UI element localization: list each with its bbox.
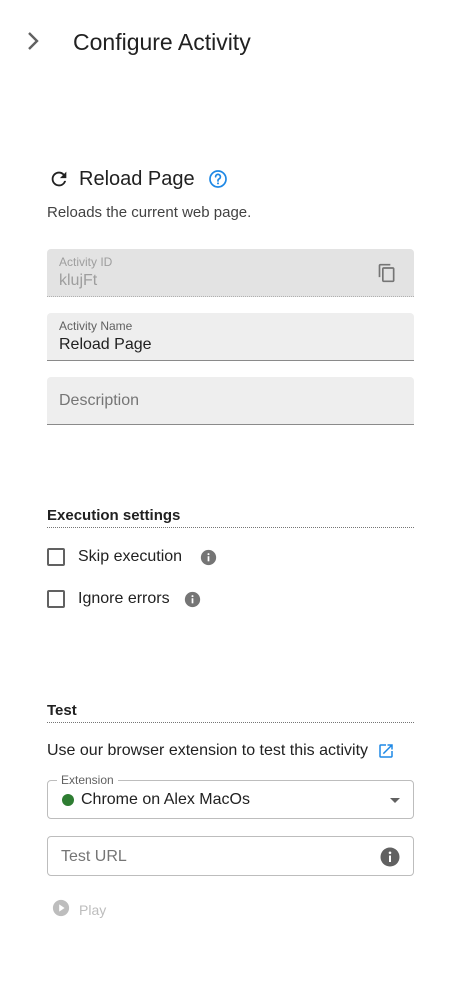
info-icon[interactable] — [379, 846, 400, 867]
help-circle-icon[interactable] — [208, 169, 228, 189]
activity-header: Reload Page — [47, 166, 228, 192]
play-button[interactable]: Play — [52, 899, 106, 921]
play-icon — [52, 899, 70, 922]
activity-name-value[interactable]: Reload Page — [59, 336, 152, 354]
execution-settings-heading: Execution settings — [47, 507, 414, 528]
extension-value: Chrome on Alex MacOs — [81, 791, 250, 808]
page-title: Configure Activity — [73, 29, 251, 55]
chevron-down-icon[interactable] — [390, 798, 400, 803]
ignore-errors-checkbox[interactable] — [47, 590, 65, 608]
activity-name-field[interactable]: Activity Name Reload Page — [47, 313, 414, 361]
info-icon[interactable] — [199, 548, 217, 566]
activity-description: Reloads the current web page. — [47, 204, 252, 221]
activity-id-field: Activity ID klujFt — [47, 249, 414, 297]
status-dot — [62, 794, 74, 806]
external-link-icon[interactable] — [376, 741, 396, 761]
chevron-right-icon — [28, 32, 39, 50]
test-url-input[interactable]: Test URL — [47, 836, 414, 876]
description-placeholder: Description — [59, 392, 140, 409]
description-field[interactable]: Description — [47, 377, 414, 425]
reload-icon — [47, 167, 71, 191]
copy-icon[interactable] — [376, 262, 398, 284]
collapse-panel-button[interactable] — [20, 28, 46, 54]
play-label: Play — [79, 902, 107, 918]
header: Configure Activity — [0, 0, 470, 84]
activity-id-label: Activity ID — [59, 255, 113, 269]
extension-prompt-text: Use our browser extension to test this a… — [47, 742, 369, 759]
activity-name-label: Activity Name — [59, 319, 133, 333]
activity-id-value: klujFt — [59, 272, 98, 289]
extension-label: Extension — [57, 773, 118, 787]
activity-title: Reload Page — [79, 168, 195, 190]
info-icon[interactable] — [184, 590, 202, 608]
skip-execution-row: Skip execution — [47, 545, 217, 569]
extension-select[interactable]: Extension Chrome on Alex MacOs — [47, 773, 414, 819]
ignore-errors-label[interactable]: Ignore errors — [78, 590, 170, 608]
skip-execution-label[interactable]: Skip execution — [78, 548, 182, 566]
test-url-placeholder: Test URL — [61, 848, 127, 865]
extension-prompt: Use our browser extension to test this a… — [47, 741, 396, 761]
ignore-errors-row: Ignore errors — [47, 587, 202, 611]
test-heading: Test — [47, 702, 414, 723]
skip-execution-checkbox[interactable] — [47, 548, 65, 566]
